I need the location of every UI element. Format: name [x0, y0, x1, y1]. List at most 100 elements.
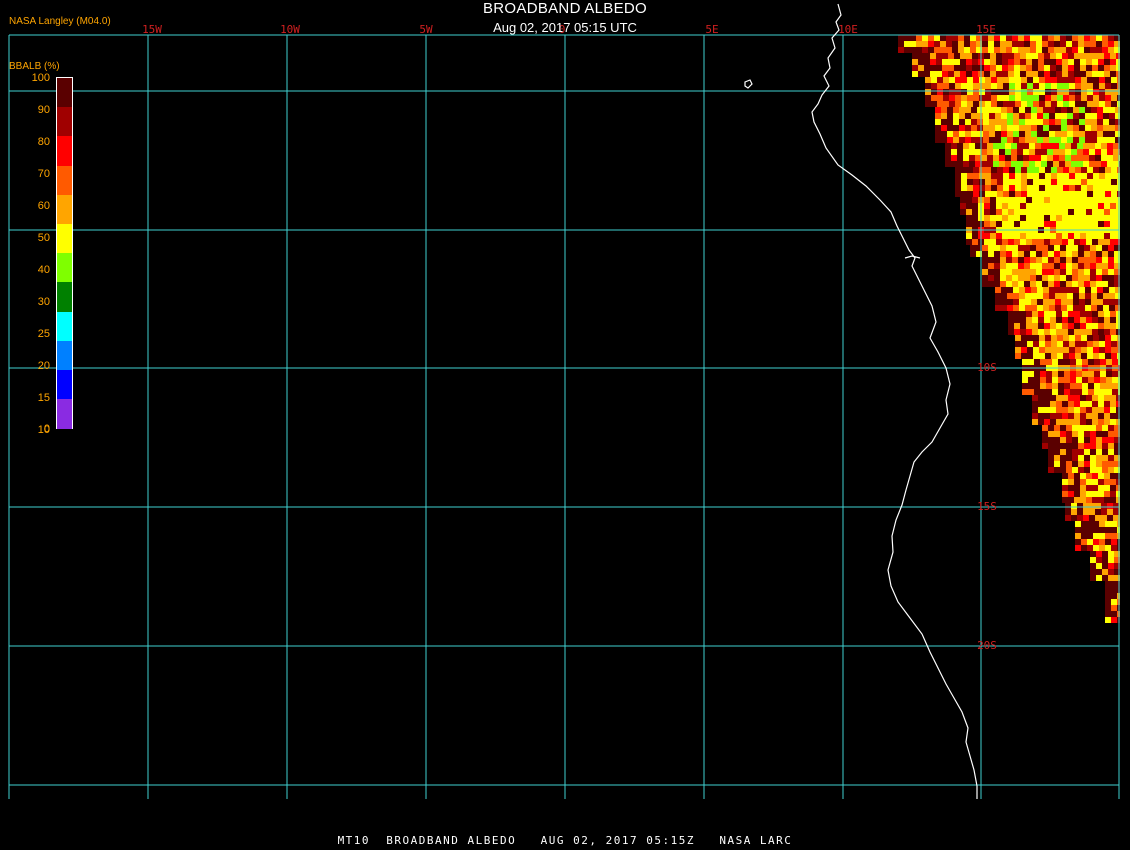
- albedo-pixel: [1056, 323, 1062, 329]
- albedo-pixel: [1037, 107, 1043, 113]
- albedo-pixel: [982, 251, 988, 257]
- albedo-pixel: [1073, 119, 1079, 125]
- albedo-pixel: [1055, 137, 1061, 143]
- albedo-pixel: [1021, 353, 1027, 359]
- albedo-pixel: [1072, 281, 1078, 287]
- albedo-pixel: [1032, 239, 1038, 245]
- albedo-pixel: [1110, 65, 1116, 71]
- albedo-pixel: [975, 155, 981, 161]
- albedo-pixel: [1099, 353, 1105, 359]
- albedo-pixel: [1052, 359, 1058, 365]
- albedo-pixel: [1069, 353, 1075, 359]
- albedo-pixel: [1098, 71, 1104, 77]
- albedo-pixel: [1102, 41, 1108, 47]
- albedo-pixel: [952, 41, 958, 47]
- albedo-pixel: [985, 185, 991, 191]
- albedo-pixel: [1054, 245, 1060, 251]
- albedo-pixel: [1056, 197, 1062, 203]
- albedo-pixel: [1094, 389, 1100, 395]
- albedo-pixel: [1074, 485, 1080, 491]
- albedo-pixel: [1104, 203, 1110, 209]
- albedo-pixel: [1001, 131, 1007, 137]
- albedo-pixel: [982, 269, 988, 275]
- albedo-pixel: [1011, 161, 1017, 167]
- albedo-pixel: [1007, 131, 1013, 137]
- albedo-pixel: [969, 161, 975, 167]
- albedo-pixel: [1062, 215, 1068, 221]
- albedo-pixel: [1000, 263, 1006, 269]
- albedo-pixel: [1056, 317, 1062, 323]
- albedo-pixel: [1040, 377, 1046, 383]
- albedo-pixel: [1030, 41, 1036, 47]
- albedo-pixel: [1014, 71, 1020, 77]
- albedo-pixel: [1113, 161, 1119, 167]
- albedo-pixel: [994, 251, 1000, 257]
- albedo-pixel: [1066, 263, 1072, 269]
- albedo-pixel: [1008, 221, 1014, 227]
- albedo-pixel: [1045, 185, 1051, 191]
- albedo-pixel: [988, 245, 994, 251]
- albedo-pixel: [1044, 221, 1050, 227]
- albedo-pixel: [1089, 143, 1095, 149]
- colorbar: [56, 77, 73, 430]
- albedo-pixel: [1069, 185, 1075, 191]
- albedo-pixel: [1111, 185, 1117, 191]
- albedo-pixel: [961, 173, 967, 179]
- albedo-pixel: [1080, 59, 1086, 65]
- colorbar-tick-label: 50: [37, 232, 50, 244]
- albedo-pixel: [1098, 317, 1104, 323]
- albedo-pixel: [1092, 239, 1098, 245]
- albedo-pixel: [1090, 461, 1096, 467]
- albedo-pixel: [1001, 125, 1007, 131]
- albedo-pixel: [1050, 317, 1056, 323]
- albedo-pixel: [1063, 179, 1069, 185]
- albedo-pixel: [1068, 317, 1074, 323]
- albedo-pixel: [1068, 491, 1074, 497]
- albedo-pixel: [1085, 293, 1091, 299]
- albedo-pixel: [1030, 263, 1036, 269]
- albedo-pixel: [1081, 521, 1087, 527]
- albedo-pixel: [1072, 275, 1078, 281]
- albedo-pixel: [1105, 605, 1111, 611]
- albedo-pixel: [1007, 287, 1013, 293]
- albedo-pixel: [1072, 47, 1078, 53]
- albedo-pixel: [1019, 137, 1025, 143]
- albedo-pixel: [1066, 431, 1072, 437]
- albedo-pixel: [979, 185, 985, 191]
- albedo-pixel: [1108, 263, 1114, 269]
- albedo-pixel: [1011, 155, 1017, 161]
- albedo-pixel: [1042, 281, 1048, 287]
- albedo-pixel: [1000, 257, 1006, 263]
- albedo-pixel: [1063, 341, 1069, 347]
- albedo-pixel: [1110, 197, 1116, 203]
- albedo-pixel: [1093, 353, 1099, 359]
- albedo-pixel: [1057, 89, 1063, 95]
- albedo-pixel: [1079, 305, 1085, 311]
- albedo-pixel: [1102, 257, 1108, 263]
- albedo-pixel: [1020, 221, 1026, 227]
- albedo-pixel: [1079, 125, 1085, 131]
- colorbar-swatch: [57, 370, 72, 400]
- albedo-pixel: [1056, 233, 1062, 239]
- albedo-pixel: [1003, 167, 1009, 173]
- albedo-pixel: [1061, 293, 1067, 299]
- albedo-pixel: [995, 113, 1001, 119]
- albedo-pixel: [975, 143, 981, 149]
- albedo-pixel: [1094, 383, 1100, 389]
- albedo-pixel: [1021, 89, 1027, 95]
- albedo-pixel: [1029, 161, 1035, 167]
- albedo-pixel: [1015, 89, 1021, 95]
- albedo-pixel: [1050, 395, 1056, 401]
- albedo-pixel: [1014, 59, 1020, 65]
- albedo-pixel: [1003, 179, 1009, 185]
- albedo-pixel: [1076, 359, 1082, 365]
- albedo-pixel: [995, 125, 1001, 131]
- albedo-pixel: [997, 191, 1003, 197]
- albedo-pixel: [1005, 161, 1011, 167]
- albedo-pixel: [1075, 95, 1081, 101]
- albedo-pixel: [1069, 89, 1075, 95]
- albedo-pixel: [1086, 197, 1092, 203]
- albedo-pixel: [925, 101, 931, 107]
- albedo-pixel: [1093, 95, 1099, 101]
- albedo-pixel: [1103, 137, 1109, 143]
